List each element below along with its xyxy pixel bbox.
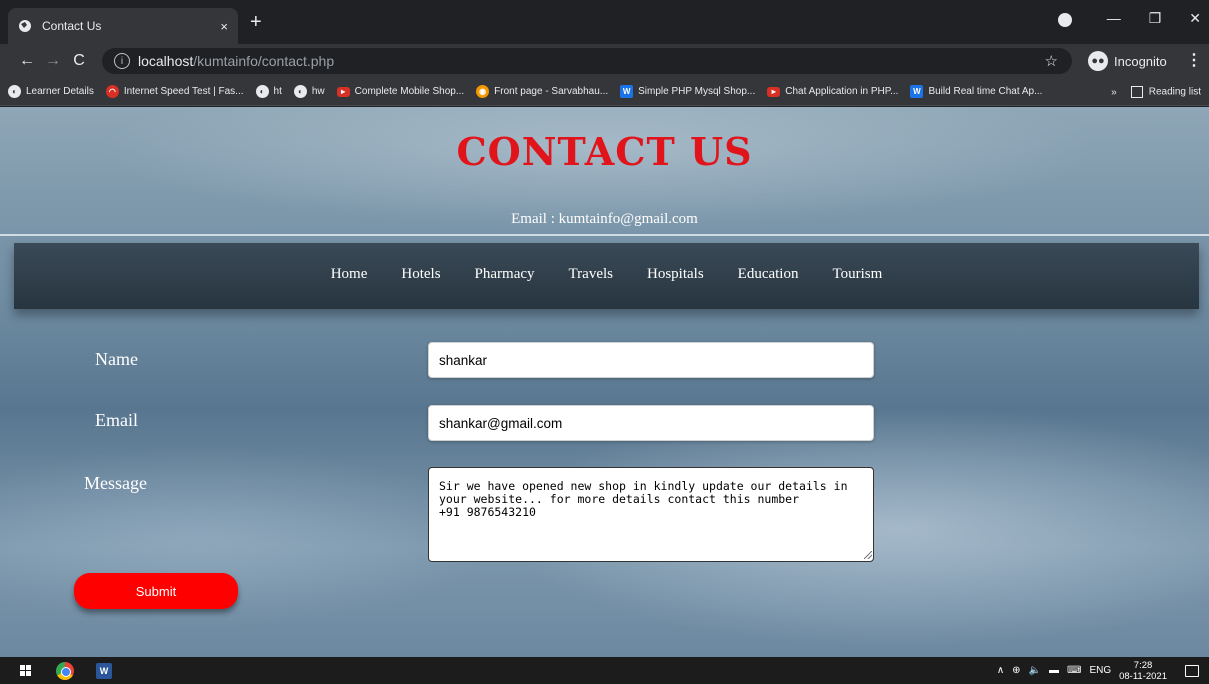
bookmark-item[interactable]: W Build Real time Chat Ap...	[910, 85, 1042, 98]
back-arrow-icon[interactable]: ←	[14, 52, 40, 70]
browser-toolbar: ← → C i localhost /kumtainfo/contact.php…	[0, 44, 1209, 78]
clock[interactable]: 7:28 08-11-2021	[1119, 660, 1167, 682]
forward-arrow-icon[interactable]: →	[40, 52, 66, 70]
youtube-icon: ▸	[336, 86, 350, 97]
bookmark-item[interactable]: W Simple PHP Mysql Shop...	[620, 85, 755, 98]
reading-list-button[interactable]: Reading list	[1130, 86, 1201, 98]
globe-icon: ◐	[255, 85, 269, 98]
email-field[interactable]	[428, 405, 874, 441]
globe-icon: ◐	[8, 85, 21, 98]
volume-icon[interactable]: 🔈	[1029, 665, 1041, 676]
site-info-icon[interactable]: i	[114, 53, 130, 69]
tab-search-icon[interactable]	[1058, 13, 1072, 27]
bookmark-item[interactable]: ◐ ht	[255, 85, 282, 98]
new-tab-button[interactable]: +	[250, 12, 262, 32]
more-bookmarks-button[interactable]: »	[1111, 87, 1117, 98]
window-controls: — ❐ ✕	[1107, 0, 1201, 36]
url-path: /kumtainfo/contact.php	[193, 53, 335, 69]
tab-close-icon[interactable]: ×	[220, 19, 228, 34]
site-icon: ◉	[476, 85, 490, 98]
close-window-button[interactable]: ✕	[1189, 10, 1201, 27]
bookmark-item[interactable]: ◐ hw	[293, 85, 325, 98]
menu-kebab-icon[interactable]: ⋮	[1186, 50, 1202, 70]
minimize-button[interactable]: —	[1107, 10, 1121, 26]
start-button[interactable]	[14, 660, 36, 682]
tab-title: Contact Us	[42, 19, 102, 33]
email-label: Email	[95, 410, 138, 430]
bookmarks-bar: ◐ Learner Details ◠ Internet Speed Test | …	[0, 78, 1209, 106]
bookmark-star-icon[interactable]: ☆	[1045, 52, 1058, 70]
nav-home[interactable]: Home	[331, 266, 368, 283]
browser-tab[interactable]: Contact Us ×	[8, 8, 238, 44]
page-title: CONTACT US	[456, 129, 753, 174]
keyboard-icon[interactable]: ⌨	[1067, 665, 1081, 676]
name-field[interactable]	[428, 342, 874, 378]
system-tray: ∧ ⊕ 🔈 ▬ ⌨ ENG 7:28 08-11-2021	[997, 657, 1199, 684]
globe-icon	[18, 19, 32, 33]
reload-icon[interactable]: C	[66, 52, 92, 70]
word-icon: W	[910, 85, 924, 98]
nav-hospitals[interactable]: Hospitals	[647, 266, 704, 283]
resize-handle-icon[interactable]	[864, 551, 872, 559]
youtube-icon: ▸	[767, 86, 781, 97]
message-label: Message	[84, 473, 147, 493]
nav-hotels[interactable]: Hotels	[401, 266, 440, 283]
globe-icon: ◐	[293, 85, 307, 98]
incognito-icon: ●●	[1088, 51, 1108, 71]
header-email: Email : kumtainfo@gmail.com	[511, 211, 698, 227]
bookmark-item[interactable]: ◠ Internet Speed Test | Fas...	[105, 85, 244, 98]
incognito-indicator[interactable]: ●● Incognito	[1088, 51, 1167, 71]
bookmark-item[interactable]: ◐ Learner Details	[8, 85, 94, 98]
page-content: CONTACT US Email : kumtainfo@gmail.com H…	[0, 107, 1209, 657]
incognito-label: Incognito	[1114, 53, 1167, 69]
battery-icon[interactable]: ▬	[1049, 665, 1059, 676]
restore-button[interactable]: ❐	[1149, 10, 1162, 27]
main-navbar: Home Hotels Pharmacy Travels Hospitals E…	[14, 243, 1199, 309]
word-taskbar-icon[interactable]: W	[96, 662, 112, 679]
nav-education[interactable]: Education	[738, 266, 799, 283]
network-icon[interactable]: ⊕	[1012, 665, 1020, 676]
name-label: Name	[95, 349, 138, 369]
chevron-up-icon[interactable]: ∧	[997, 665, 1004, 676]
nav-pharmacy[interactable]: Pharmacy	[475, 266, 535, 283]
address-bar[interactable]: i localhost /kumtainfo/contact.php ☆	[102, 48, 1072, 74]
message-field[interactable]: Sir we have opened new shop in kindly up…	[428, 467, 874, 562]
nav-travels[interactable]: Travels	[569, 266, 613, 283]
clock-time: 7:28	[1133, 659, 1153, 671]
windows-taskbar: W ∧ ⊕ 🔈 ▬ ⌨ ENG 7:28 08-11-2021	[0, 657, 1209, 684]
url-host: localhost	[138, 53, 194, 69]
bookmark-item[interactable]: ◉ Front page - Sarvabhau...	[476, 85, 608, 98]
nav-tourism[interactable]: Tourism	[832, 266, 882, 283]
word-icon: W	[620, 85, 634, 98]
reading-list-icon	[1130, 86, 1143, 98]
speedtest-icon: ◠	[105, 85, 119, 98]
notification-icon[interactable]	[1185, 664, 1199, 677]
header-divider	[0, 234, 1209, 236]
language-indicator[interactable]: ENG	[1089, 665, 1111, 676]
clock-date: 08-11-2021	[1119, 670, 1167, 682]
bookmarks-right: » Reading list	[1111, 78, 1201, 106]
browser-tabstrip: Contact Us × + — ❐ ✕	[0, 0, 1209, 44]
submit-button[interactable]: Submit	[74, 573, 238, 609]
bookmark-item[interactable]: ▸ Complete Mobile Shop...	[336, 86, 464, 97]
bookmark-item[interactable]: ▸ Chat Application in PHP...	[767, 86, 898, 97]
chrome-taskbar-icon[interactable]	[56, 661, 74, 680]
